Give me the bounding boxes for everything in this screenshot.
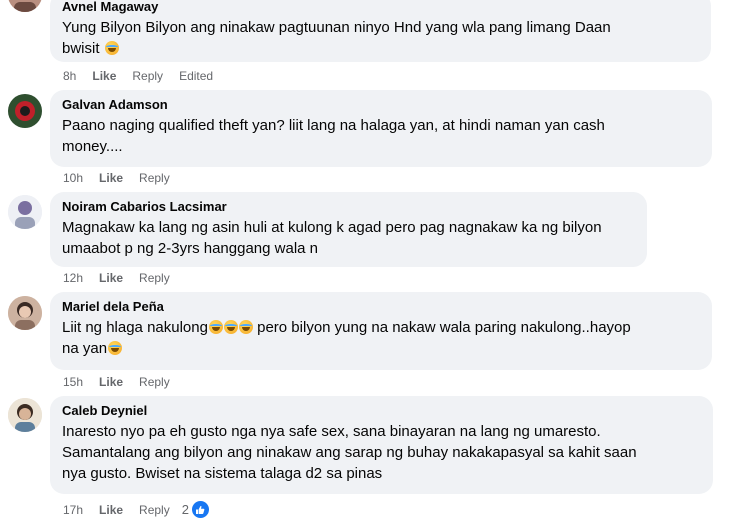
avatar[interactable] [8, 195, 42, 229]
reply-button[interactable]: Reply [139, 375, 170, 389]
comment-text-line: Magnakaw ka lang ng asin huli at kulong … [62, 219, 602, 236]
comment-author[interactable]: Caleb Deyniel [62, 402, 701, 419]
like-button[interactable]: Like [99, 271, 123, 285]
avatar-image [8, 296, 42, 330]
comment-bubble: Galvan Adamson Paano naging qualified th… [50, 90, 712, 167]
comment-timestamp[interactable]: 10h [63, 171, 83, 185]
avatar[interactable] [8, 94, 42, 128]
comment-text-line: nya gusto. Bwiset na sistema talaga d2 s… [62, 465, 383, 482]
comment-text: Yung Bilyon Bilyon ang ninakaw pagtuunan… [62, 17, 699, 59]
comment-text-fragment: bwisit [62, 40, 100, 57]
comment-timestamp[interactable]: 12h [63, 271, 83, 285]
comment-text-fragment: Liit ng hlaga nakulong [62, 319, 208, 336]
reply-button[interactable]: Reply [139, 271, 170, 285]
laughing-crying-emoji-icon [108, 341, 123, 355]
comment-bubble: Mariel dela Peña Liit ng hlaga nakulong … [50, 292, 712, 370]
like-reaction-icon [190, 500, 210, 519]
comment-bubble: Noiram Cabarios Lacsimar Magnakaw ka lan… [50, 192, 647, 267]
laughing-crying-emoji-icon [208, 320, 223, 334]
reaction-count: 2 [181, 502, 189, 517]
edited-label[interactable]: Edited [179, 69, 213, 83]
laughing-crying-emoji-icon [104, 41, 119, 55]
avatar[interactable] [8, 398, 42, 432]
comment-actions: 17h Like Reply 2 [63, 500, 242, 519]
comment-text-line: na yan [62, 338, 700, 359]
comment-text: Paano naging qualified theft yan? liit l… [62, 115, 700, 157]
comment-author[interactable]: Galvan Adamson [62, 96, 700, 113]
avatar[interactable] [8, 0, 42, 12]
avatar-image [8, 195, 42, 229]
like-button[interactable]: Like [99, 171, 123, 185]
comment-author[interactable]: Noiram Cabarios Lacsimar [62, 198, 635, 215]
reply-button[interactable]: Reply [139, 171, 170, 185]
comment-text-line: money.... [62, 138, 123, 155]
comment-actions: 10h Like Reply [63, 171, 186, 185]
comment-actions: 8h Like Reply Edited [63, 69, 229, 83]
comment-text: Magnakaw ka lang ng asin huli at kulong … [62, 217, 635, 259]
avatar-image [8, 0, 42, 12]
comment-author[interactable]: Mariel dela Peña [62, 298, 700, 315]
like-button[interactable]: Like [99, 375, 123, 389]
like-button[interactable]: Like [92, 69, 116, 83]
comment-actions: 12h Like Reply [63, 271, 186, 285]
reply-button[interactable]: Reply [132, 69, 163, 83]
comment-text-line: Yung Bilyon Bilyon ang ninakaw pagtuunan… [62, 19, 611, 36]
comment-text-line: bwisit [62, 38, 699, 59]
comment-bubble: Avnel Magaway Yung Bilyon Bilyon ang nin… [50, 0, 711, 62]
comment-text-line: Paano naging qualified theft yan? liit l… [62, 117, 605, 134]
reaction-summary[interactable]: 2 [182, 500, 226, 519]
comment-bubble: Caleb Deyniel Inaresto nyo pa eh gusto n… [50, 396, 713, 494]
avatar-image [8, 398, 42, 432]
comment-text: Inaresto nyo pa eh gusto nga nya safe se… [62, 421, 701, 484]
laughing-crying-emoji-icon [223, 320, 238, 334]
comment-text-fragment: pero bilyon yung na nakaw wala paring na… [252, 319, 631, 336]
comment-actions: 15h Like Reply [63, 375, 186, 389]
comment-timestamp[interactable]: 17h [63, 503, 83, 517]
avatar[interactable] [8, 296, 42, 330]
comment-text-line: Inaresto nyo pa eh gusto nga nya safe se… [62, 423, 601, 440]
comment-timestamp[interactable]: 8h [63, 69, 76, 83]
reply-button[interactable]: Reply [139, 503, 170, 517]
laughing-crying-emoji-icon [238, 320, 253, 334]
avatar-image [8, 94, 42, 128]
comment-text-line: umaabot p ng 2-3yrs hanggang wala n [62, 240, 319, 257]
like-button[interactable]: Like [99, 503, 123, 517]
comment-timestamp[interactable]: 15h [63, 375, 83, 389]
comment-text-line: Samantalang ang bilyon ang ninakaw ang s… [62, 444, 637, 461]
comment-text-line: Liit ng hlaga nakulong pero bilyon yung … [62, 317, 700, 338]
comment-text: Liit ng hlaga nakulong pero bilyon yung … [62, 317, 700, 359]
comment-text-fragment: na yan [62, 340, 108, 357]
comment-author[interactable]: Avnel Magaway [62, 0, 699, 15]
